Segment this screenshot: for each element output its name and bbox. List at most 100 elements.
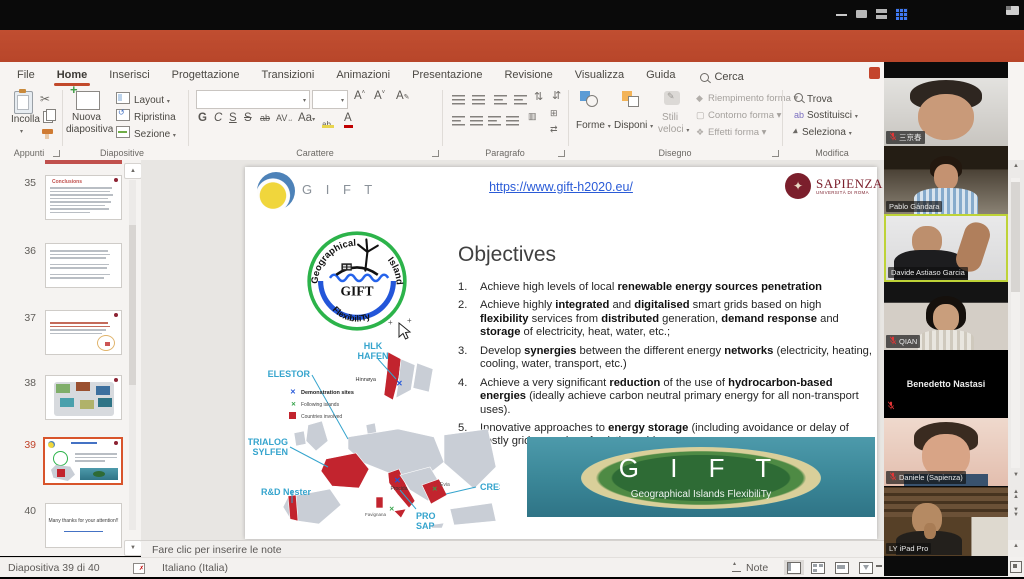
- view-normal-button[interactable]: [784, 560, 804, 575]
- arrange-button[interactable]: Disponi ▾: [614, 120, 653, 131]
- paste-icon[interactable]: [14, 91, 33, 114]
- section-button[interactable]: Sezione ▾: [116, 126, 176, 140]
- justify-icon[interactable]: [506, 113, 519, 131]
- view-slideshow-button[interactable]: [856, 560, 876, 575]
- notes-scroll-up[interactable]: ▲: [1010, 543, 1022, 549]
- slide-thumbnail-39[interactable]: [43, 437, 123, 485]
- carattere-dialog-launcher[interactable]: [432, 150, 439, 157]
- select-button[interactable]: Seleziona ▾: [794, 127, 852, 138]
- thumbnail-number-40: 40: [16, 505, 36, 517]
- italic-button[interactable]: C: [214, 112, 222, 124]
- decrease-indent-icon[interactable]: [494, 92, 507, 110]
- align-text-icon[interactable]: ⊞: [550, 108, 558, 119]
- disegno-dialog-launcher[interactable]: [772, 150, 779, 157]
- language-indicator[interactable]: Italiano (Italia): [162, 562, 228, 574]
- search-command-box[interactable]: Cerca: [700, 71, 743, 83]
- minimize-icon[interactable]: [836, 14, 847, 16]
- fit-slide-to-window-button[interactable]: [1010, 561, 1022, 573]
- slide-thumbnail-36[interactable]: [45, 243, 122, 288]
- find-button[interactable]: Trova: [794, 93, 832, 105]
- new-slide-button-line2[interactable]: diapositiva ▾: [66, 124, 119, 135]
- font-name-select[interactable]: ▾: [196, 90, 310, 109]
- participant-tile-6[interactable]: Daniele (Sapienza): [884, 418, 1008, 486]
- zoom-out-button[interactable]: [876, 565, 882, 567]
- gallery-view-icon[interactable]: [896, 8, 908, 20]
- copy-icon[interactable]: [43, 111, 53, 123]
- participant-tile-2[interactable]: Pablo Gándara: [884, 146, 1008, 214]
- line-spacing-icon[interactable]: ⇅: [534, 90, 543, 103]
- tab-file[interactable]: File: [6, 65, 46, 86]
- change-case-button[interactable]: Aa▾: [298, 112, 315, 124]
- view-reading-button[interactable]: [832, 560, 852, 575]
- view-sorter-button[interactable]: [808, 560, 828, 575]
- strikethrough-button[interactable]: S: [244, 112, 252, 124]
- tab-revisione[interactable]: Revisione: [493, 65, 563, 86]
- participant-tile-5[interactable]: Benedetto Nastasi: [884, 350, 1008, 418]
- paste-button[interactable]: Incolla: [11, 114, 40, 125]
- participant-tile-7[interactable]: LY iPad Pro: [884, 487, 1008, 556]
- maximize-icon[interactable]: [856, 10, 867, 18]
- notes-toggle-button[interactable]: Note: [732, 562, 768, 574]
- cut-icon[interactable]: ✂: [40, 92, 50, 106]
- slide-thumbnail-37[interactable]: [45, 310, 122, 355]
- grow-font-button[interactable]: A˄: [354, 90, 365, 102]
- reset-button[interactable]: Ripristina: [116, 109, 176, 123]
- paragrafo-dialog-launcher[interactable]: [558, 150, 565, 157]
- tab-transizioni[interactable]: Transizioni: [251, 65, 326, 86]
- previous-slide-button[interactable]: ▲▲: [1010, 490, 1022, 500]
- align-center-icon[interactable]: [470, 113, 483, 131]
- thumbnails-scrollbar-thumb[interactable]: [129, 225, 136, 385]
- subscript-button[interactable]: ab: [260, 113, 270, 123]
- font-color-button[interactable]: A: [344, 112, 352, 124]
- scroll-down-button[interactable]: ▼: [1010, 472, 1022, 478]
- participant-tile-4[interactable]: QIAN: [884, 282, 1008, 350]
- shapes-button[interactable]: Forme ▾: [576, 120, 611, 131]
- new-slide-icon[interactable]: [76, 91, 100, 110]
- gift-website-link[interactable]: https://www.gift-h2020.eu/: [245, 180, 877, 194]
- text-direction-icon[interactable]: ⇵: [552, 89, 561, 102]
- arrange-icon[interactable]: [622, 91, 640, 107]
- paste-caret-icon[interactable]: ▾: [20, 128, 23, 135]
- replace-button[interactable]: abSostituisci ▾: [794, 110, 858, 121]
- increase-indent-icon[interactable]: [514, 92, 527, 110]
- smartart-icon[interactable]: ⇄: [550, 124, 558, 135]
- appunti-dialog-launcher[interactable]: [53, 150, 60, 157]
- format-painter-icon[interactable]: [42, 129, 53, 134]
- layout-icon[interactable]: [1006, 6, 1019, 15]
- tab-visualizza[interactable]: Visualizza: [564, 65, 635, 86]
- font-size-select[interactable]: ▾: [312, 90, 348, 109]
- vertical-scrollbar-thumb[interactable]: [1011, 182, 1020, 292]
- thumbnails-scroll-down[interactable]: ▼: [124, 540, 142, 556]
- tab-presentazione[interactable]: Presentazione: [401, 65, 493, 86]
- slide-thumbnail-38[interactable]: [45, 375, 122, 420]
- tab-progettazione[interactable]: Progettazione: [161, 65, 251, 86]
- highlight-color-button[interactable]: [322, 114, 334, 124]
- tab-animazioni[interactable]: Animazioni: [325, 65, 401, 86]
- columns-icon[interactable]: ▥: [528, 111, 537, 122]
- spellcheck-icon[interactable]: [133, 563, 145, 574]
- slide-thumbnail-40[interactable]: Many thanks for your attention!!: [45, 503, 122, 548]
- speaker-view-icon[interactable]: [876, 9, 887, 19]
- numbered-list-icon[interactable]: [472, 92, 485, 110]
- character-spacing-button[interactable]: AV↔: [276, 113, 293, 123]
- bold-button[interactable]: G: [198, 112, 207, 124]
- shapes-icon[interactable]: [580, 91, 598, 107]
- next-slide-button[interactable]: ▼▼: [1010, 508, 1022, 518]
- slide-thumbnail-35[interactable]: Conclusions: [45, 175, 122, 220]
- clear-formatting-button[interactable]: A✎: [396, 90, 410, 102]
- scroll-up-button[interactable]: ▲: [1010, 163, 1022, 169]
- shrink-font-button[interactable]: A˅: [374, 90, 385, 102]
- bullet-list-icon[interactable]: [452, 92, 465, 110]
- share-button-partial[interactable]: [869, 67, 880, 79]
- thumbnails-scroll-up[interactable]: ▲: [124, 163, 142, 179]
- align-left-icon[interactable]: [452, 113, 465, 131]
- underline-button[interactable]: S: [229, 112, 237, 124]
- align-right-icon[interactable]: [488, 113, 501, 131]
- tab-inserisci[interactable]: Inserisci: [98, 65, 160, 86]
- layout-button[interactable]: Layout ▾: [116, 92, 170, 106]
- participant-tile-1[interactable]: 三京春: [884, 78, 1008, 146]
- tab-guida[interactable]: Guida: [635, 65, 686, 86]
- new-slide-button[interactable]: Nuova: [72, 112, 101, 123]
- current-slide[interactable]: G I F T https://www.gift-h2020.eu/ ✦ SAP…: [245, 167, 877, 539]
- participant-tile-3[interactable]: Davide Astiaso Garcia: [884, 214, 1008, 282]
